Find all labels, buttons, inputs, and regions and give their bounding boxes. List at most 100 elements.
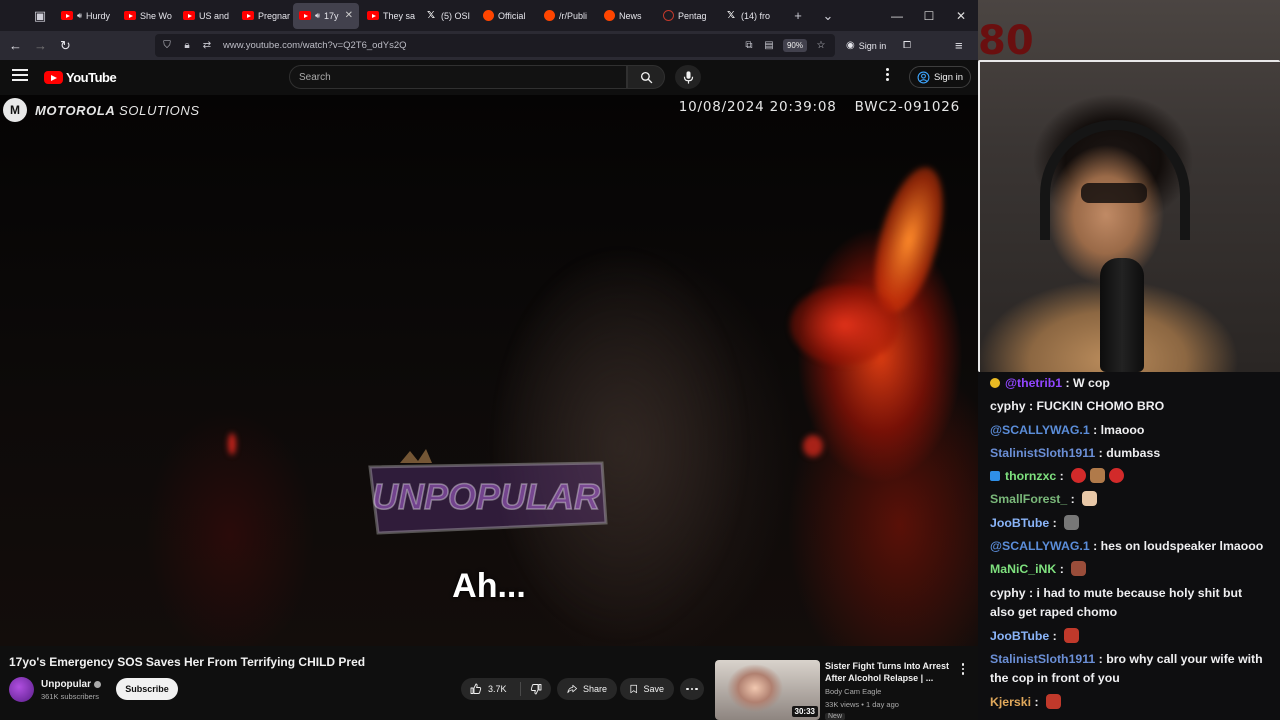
bottle-emote-icon	[1064, 514, 1080, 530]
like-button[interactable]: 3.7K	[461, 682, 521, 696]
chat-username[interactable]: SmallForest_	[990, 492, 1067, 506]
forward-icon[interactable]: →	[28, 31, 53, 60]
browser-tab[interactable]: 𝕏 (5) OSI	[419, 3, 475, 29]
voice-search-button[interactable]	[675, 65, 701, 89]
chat-username[interactable]: cyphy	[990, 399, 1026, 413]
tab-audio-icon[interactable]: 🔊︎	[315, 11, 320, 21]
save-button[interactable]: Save	[620, 678, 674, 700]
recommended-meta: 33K views • 1 day ago	[825, 700, 899, 709]
url-text[interactable]: www.youtube.com/watch?v=Q2T6_odYs2Q	[223, 40, 407, 51]
shield-icon[interactable]: ⛉	[161, 40, 173, 51]
thumbs-down-icon	[530, 684, 542, 695]
youtube-favicon-icon	[367, 11, 379, 20]
search-input[interactable]: Search	[289, 65, 627, 89]
youtube-favicon-icon	[61, 11, 73, 20]
recommended-menu-icon[interactable]	[961, 663, 965, 675]
channel-avatar[interactable]	[9, 677, 34, 702]
tab-label: 17y	[324, 10, 339, 21]
browser-tab[interactable]: 🔊︎ Hurdy	[55, 3, 116, 29]
chat-username[interactable]: JooBTube	[990, 629, 1049, 643]
more-actions-button[interactable]	[680, 678, 704, 700]
subscribe-button[interactable]: Subscribe	[116, 678, 178, 700]
chat-message: cyphy : i had to mute because holy shit …	[990, 582, 1270, 625]
channel-subscriber-count: 361K subscribers	[41, 692, 99, 701]
chat-username[interactable]: StalinistSloth1911	[990, 446, 1095, 460]
like-count: 3.7K	[488, 684, 507, 694]
browser-tab[interactable]: News	[598, 3, 655, 29]
video-player[interactable]: M MOTOROLA SOLUTIONS 10/08/2024 20:39:08…	[0, 95, 978, 646]
browser-tab[interactable]: US and	[177, 3, 234, 29]
youtube-header: YouTube Search Sign in	[0, 60, 978, 95]
tab-overview-icon[interactable]: ▣	[25, 0, 55, 31]
chat-separator: :	[1067, 492, 1079, 507]
chat-message: @SCALLYWAG.1 : lmaooo	[990, 419, 1270, 442]
new-tab-icon[interactable]: +	[783, 0, 813, 31]
recommended-title[interactable]: Sister Fight Turns Into Arrest After Alc…	[825, 661, 953, 684]
chat-text: hes on loudspeaker lmaooo	[1100, 539, 1264, 554]
extensions-icon[interactable]: ⧠	[903, 31, 911, 60]
bookmark-icon	[630, 684, 638, 694]
browser-tab[interactable]: 🔊︎ 17y ✕	[293, 2, 359, 29]
chat-username[interactable]: cyphy	[990, 586, 1026, 600]
back-icon[interactable]: ←	[3, 31, 28, 60]
chat-username[interactable]: MaNiC_iNK	[990, 562, 1056, 576]
watermark-text: UNPOPULAR	[372, 476, 600, 517]
chat-username[interactable]: @SCALLYWAG.1	[990, 539, 1090, 553]
hamburger-menu-icon[interactable]	[12, 69, 28, 83]
chat-username[interactable]: Kjerski	[990, 695, 1031, 709]
recommended-channel[interactable]: Body Cam Eagle	[825, 687, 881, 696]
zoom-level[interactable]: 90%	[782, 39, 807, 52]
bodycam-datetime: 10/08/2024 20:39:08	[678, 99, 837, 115]
x-favicon-icon: 𝕏	[426, 10, 436, 21]
url-bar[interactable]: ⛉ 🔒︎ ⇄ www.youtube.com/watch?v=Q2T6_odYs…	[155, 34, 835, 57]
signin-button[interactable]: Sign in	[909, 66, 971, 88]
browser-tab[interactable]: Pentag	[657, 3, 717, 29]
browser-tab[interactable]: Official	[477, 3, 536, 29]
chat-message: @thetrib1 : W cop	[990, 372, 1270, 395]
browser-tab[interactable]: Pregnar	[236, 3, 291, 29]
lock-icon[interactable]: 🔒︎	[181, 40, 193, 51]
dislike-button[interactable]	[521, 683, 551, 695]
chat-username[interactable]: @thetrib1	[1005, 376, 1062, 390]
hand-emote-icon	[1082, 491, 1098, 507]
close-window-icon[interactable]: ✕	[945, 0, 977, 31]
bodycam-device-id: BWC2-091026	[854, 99, 960, 115]
tab-list-chevron-icon[interactable]: ⌄	[813, 0, 843, 31]
chat-message: Kjerski :	[990, 691, 1270, 714]
browser-window: ▣ 🔊︎ Hurdy She Wo US and Pregnar 🔊︎ 17y ✕ They s…	[0, 0, 978, 720]
tab-audio-icon[interactable]: 🔊︎	[77, 11, 82, 21]
maximize-icon[interactable]: ☐	[913, 0, 945, 31]
browser-tab[interactable]: She Wo	[118, 3, 175, 29]
reload-icon[interactable]: ↻	[53, 31, 78, 60]
chat-username[interactable]: @SCALLYWAG.1	[990, 423, 1090, 437]
youtube-logo[interactable]: YouTube	[44, 70, 117, 85]
browser-tab[interactable]: They sa	[361, 3, 417, 29]
tab-close-icon[interactable]: ✕	[345, 10, 353, 21]
chat-message: JooBTube :	[990, 512, 1270, 535]
recommended-thumbnail[interactable]: 30:33	[715, 660, 820, 720]
tab-label: They sa	[383, 10, 416, 21]
account-button[interactable]: ◉ Sign in	[846, 31, 886, 60]
chat-username[interactable]: StalinistSloth1911	[990, 652, 1095, 666]
settings-more-icon[interactable]	[882, 68, 892, 86]
reader-view-icon[interactable]: ▤	[763, 40, 775, 51]
search-button[interactable]	[627, 65, 665, 89]
app-menu-icon[interactable]: ≡	[955, 31, 963, 60]
chat-separator: :	[1095, 651, 1107, 666]
browser-tab[interactable]: /r/Publi	[538, 3, 596, 29]
chat-username[interactable]: JooBTube	[990, 516, 1049, 530]
chat-separator: :	[1049, 628, 1061, 643]
minimize-icon[interactable]: —	[881, 0, 913, 31]
chat-panel: @thetrib1 : W cop cyphy : FUCKIN CHOMO BR…	[978, 372, 1280, 720]
bookmark-star-icon[interactable]: ☆	[815, 40, 827, 51]
channel-name-link[interactable]: Unpopular	[41, 679, 101, 690]
browser-tab[interactable]: 𝕏 (14) fro	[719, 3, 781, 29]
picture-in-picture-icon[interactable]: ⧉	[743, 40, 755, 51]
share-button[interactable]: Share	[557, 678, 617, 700]
recommended-video[interactable]: 30:33 Sister Fight Turns Into Arrest Aft…	[715, 660, 975, 720]
chat-separator: :	[1025, 585, 1037, 600]
chat-text: lmaooo	[1100, 422, 1145, 437]
chat-username[interactable]: thornzxc	[1005, 469, 1056, 483]
permissions-icon[interactable]: ⇄	[201, 40, 213, 51]
chat-message: JooBTube :	[990, 625, 1270, 648]
